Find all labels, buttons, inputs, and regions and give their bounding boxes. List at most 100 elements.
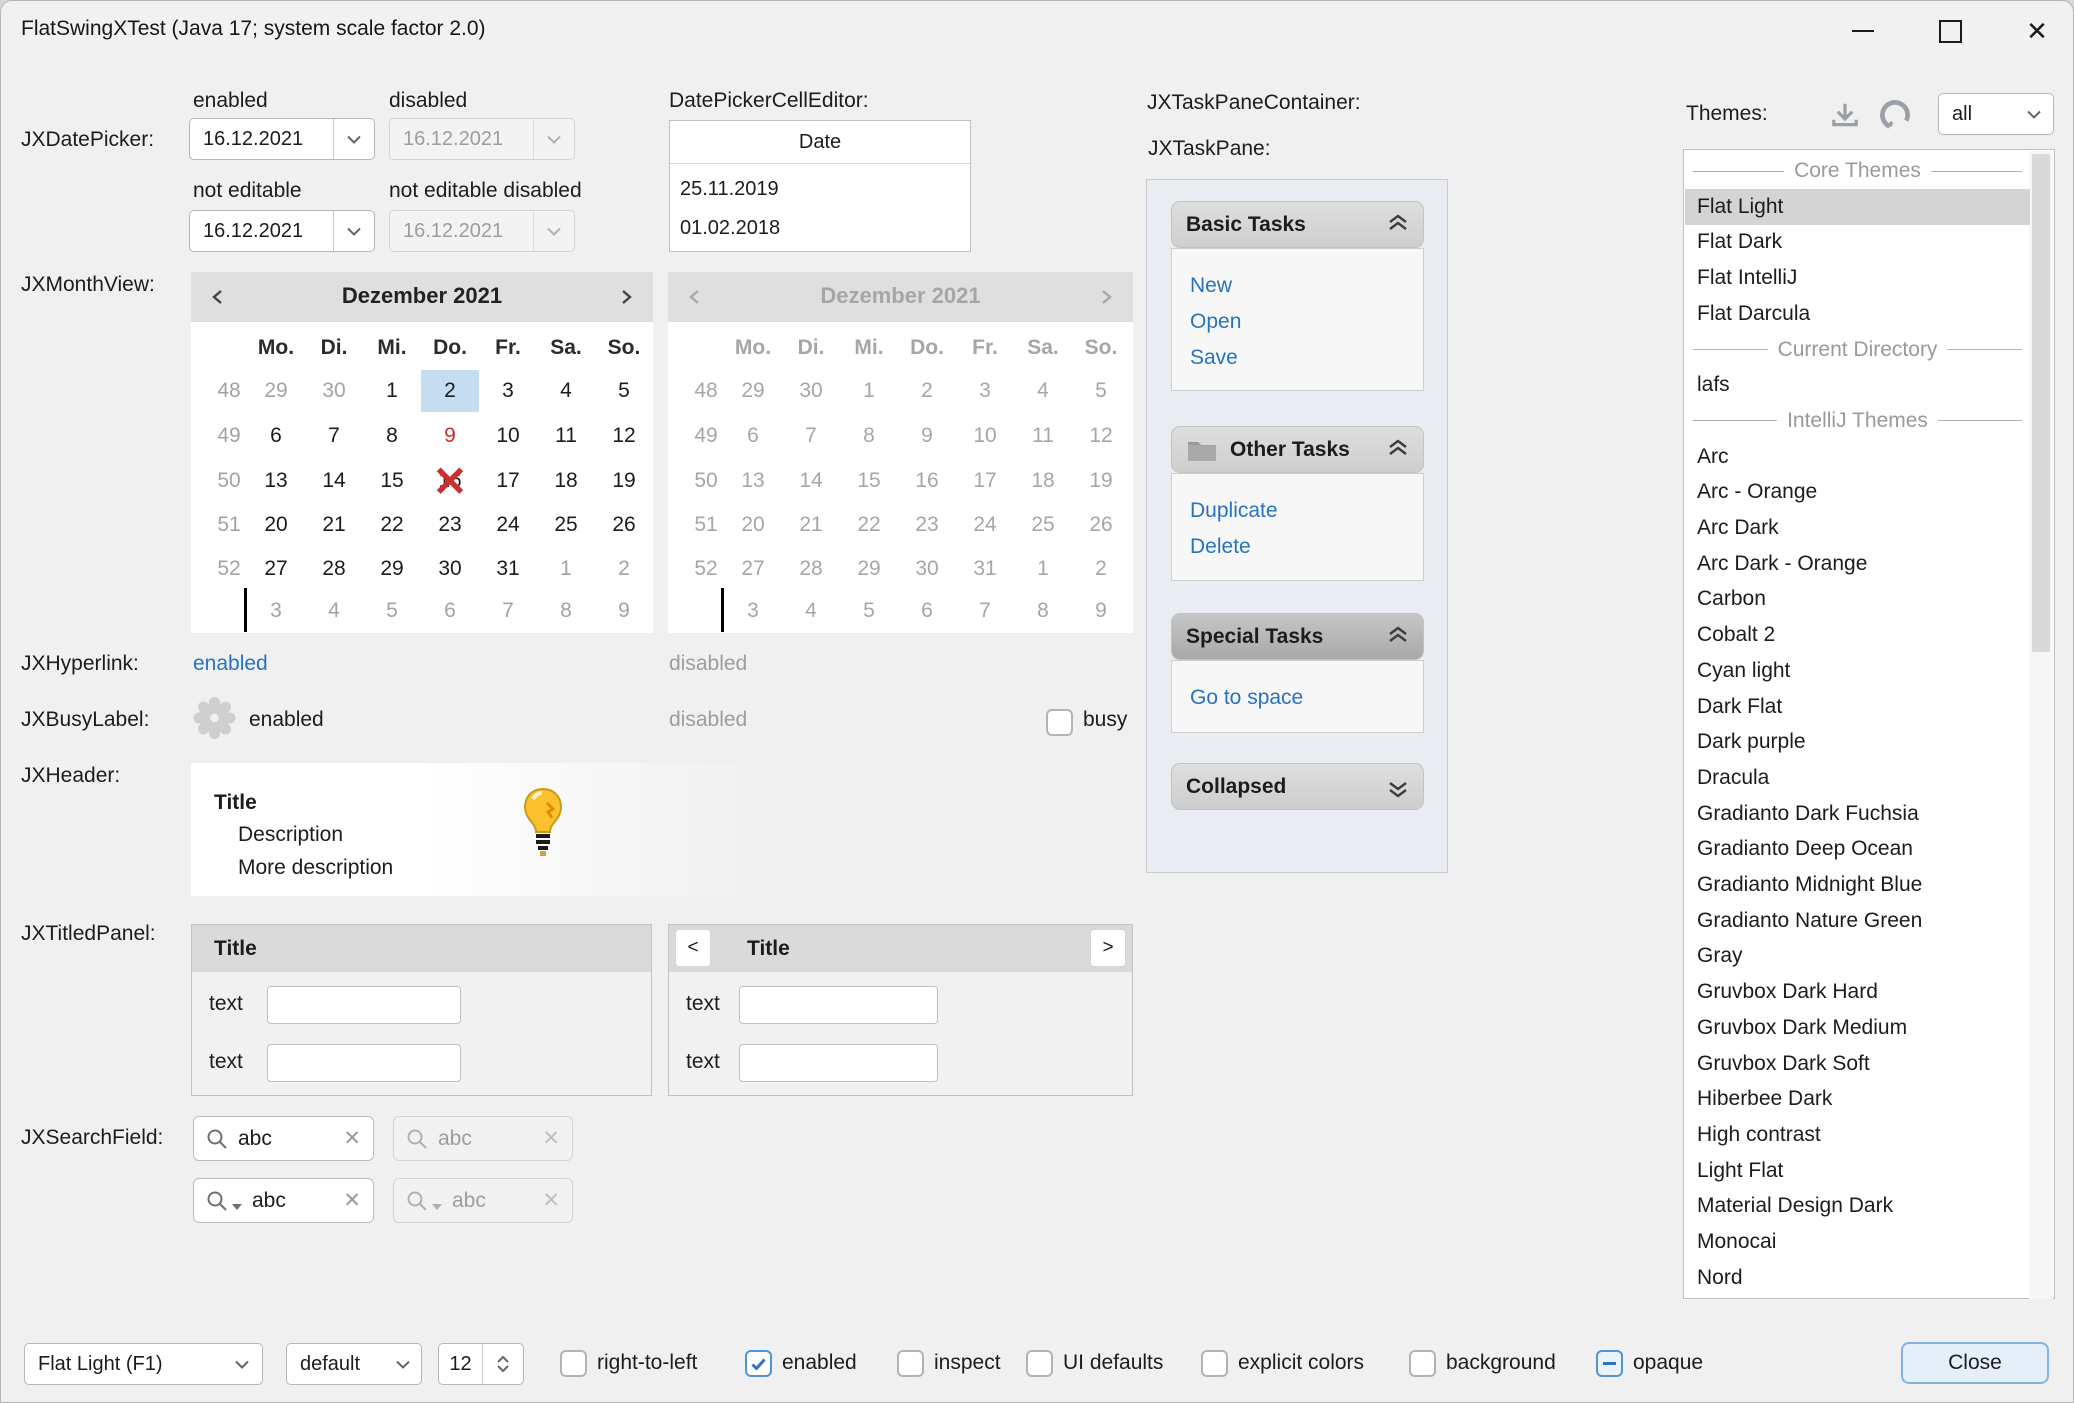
day-cell[interactable]: 17 [479,460,537,502]
day-cell[interactable]: 3 [247,590,305,632]
day-cell[interactable]: 30 [421,548,479,590]
theme-list-item[interactable]: Light Flat [1685,1153,2030,1189]
day-cell[interactable]: 12 [595,415,653,457]
day-cell[interactable]: 27 [247,548,305,590]
day-cell[interactable]: 26 [595,504,653,546]
chevron-down-icon[interactable] [333,211,374,251]
themes-filter-combo[interactable]: all [1938,93,2054,135]
day-cell[interactable]: 30 [305,370,363,412]
theme-list-item[interactable]: Gradianto Dark Fuchsia [1685,796,2030,832]
clear-icon[interactable]: ✕ [343,1188,361,1213]
taskpane-link[interactable]: New [1190,268,1423,304]
search-input[interactable]: abc [238,1127,333,1151]
day-cell[interactable]: 8 [537,590,595,632]
busy-checkbox[interactable] [1046,709,1073,736]
close-window-button[interactable]: ✕ [2000,1,2074,61]
checkbox-enabled[interactable] [745,1350,772,1377]
day-cell[interactable]: 5 [363,590,421,632]
titled-panel-right-field-2[interactable] [739,1044,938,1082]
day-cell[interactable]: 4 [537,370,595,412]
titled-panel-right-field-1[interactable] [739,986,938,1024]
github-icon[interactable] [1877,97,1913,138]
collapse-chevron-icon[interactable] [1387,626,1409,648]
theme-list-item[interactable]: Dark purple [1685,724,2030,760]
day-cell[interactable]: 7 [479,590,537,632]
theme-list-item[interactable]: Dark Flat [1685,689,2030,725]
monthview-enabled[interactable]: Dezember 2021 Mo.Di.Mi.Do.Fr.Sa.So.48293… [191,272,653,633]
theme-list-item[interactable]: Gruvbox Dark Hard [1685,974,2030,1010]
day-cell[interactable]: 6 [421,590,479,632]
search-field-dropdown-enabled[interactable]: abc ✕ [193,1178,374,1223]
taskpane-link[interactable]: Duplicate [1190,493,1423,529]
theme-list-item[interactable]: Arc [1685,439,2030,475]
cell-editor-table[interactable]: Date 25.11.2019 01.02.2018 [669,120,971,252]
checkbox-background[interactable] [1409,1350,1436,1377]
taskpane-link[interactable]: Go to space [1190,680,1423,716]
theme-list-item[interactable]: Gradianto Midnight Blue [1685,867,2030,903]
theme-list-item[interactable]: Arc - Orange [1685,474,2030,510]
spinner-arrows[interactable] [482,1344,523,1384]
day-cell[interactable]: 2 [595,548,653,590]
day-cell[interactable]: 10 [479,415,537,457]
theme-list-item[interactable]: Gradianto Deep Ocean [1685,831,2030,867]
collapse-chevron-icon[interactable] [1387,439,1409,461]
day-cell[interactable]: 7 [305,415,363,457]
taskpane-link[interactable]: Save [1190,340,1423,376]
table-header-date[interactable]: Date [670,121,970,164]
theme-list-item[interactable]: Flat IntelliJ [1685,260,2030,296]
checkbox-label[interactable]: right-to-left [597,1349,697,1377]
theme-list-item[interactable]: Carbon [1685,581,2030,617]
theme-list-item[interactable]: Arc Dark - Orange [1685,546,2030,582]
theme-list-item[interactable]: Flat Light [1685,189,2030,225]
day-cell[interactable]: 6 [247,415,305,457]
day-cell[interactable]: 29 [363,548,421,590]
clear-icon[interactable]: ✕ [343,1126,361,1151]
day-cell[interactable]: 5 [595,370,653,412]
themes-list[interactable]: Core ThemesFlat LightFlat DarkFlat Intel… [1683,149,2055,1299]
checkbox-label[interactable]: explicit colors [1238,1349,1364,1377]
table-row[interactable]: 01.02.2018 [670,209,970,248]
day-cell[interactable]: 8 [363,415,421,457]
theme-list-item[interactable]: High contrast [1685,1117,2030,1153]
day-cell[interactable]: 3 [479,370,537,412]
download-icon[interactable] [1829,99,1861,136]
chevron-down-icon[interactable] [385,1344,421,1384]
checkbox-ui-defaults[interactable] [1026,1350,1053,1377]
day-cell[interactable]: 19 [595,460,653,502]
day-cell[interactable]: 4 [305,590,363,632]
checkbox-label[interactable]: UI defaults [1063,1349,1163,1377]
checkbox-label[interactable]: background [1446,1349,1556,1377]
theme-list-item[interactable]: lafs [1685,367,2030,403]
theme-list-item[interactable]: Material Design Dark [1685,1188,2030,1224]
chevron-down-icon[interactable] [222,1344,262,1384]
collapse-chevron-icon[interactable] [1387,214,1409,236]
taskpane-special-header[interactable]: Special Tasks [1171,613,1424,660]
checkbox-opaque[interactable] [1596,1350,1623,1377]
checkbox-label[interactable]: inspect [934,1349,1001,1377]
day-cell[interactable]: 24 [479,504,537,546]
day-cell[interactable]: 13 [247,460,305,502]
search-input[interactable]: abc [252,1189,333,1213]
day-cell[interactable]: 29 [247,370,305,412]
theme-list-item[interactable]: Monocai [1685,1224,2030,1260]
font-size-spinner[interactable]: 12 [438,1343,524,1385]
bottom-theme-combo[interactable]: Flat Light (F1) [24,1343,263,1385]
theme-list-item[interactable]: Gradianto Nature Green [1685,903,2030,939]
day-cell[interactable]: 11 [537,415,595,457]
day-cell[interactable]: 20 [247,504,305,546]
checkbox-right-to-left[interactable] [560,1350,587,1377]
theme-list-item[interactable]: Flat Dark [1685,224,2030,260]
scrollbar-thumb[interactable] [2032,154,2050,652]
titled-panel-right-nav-button[interactable]: > [1090,929,1126,967]
day-cell[interactable]: 21 [305,504,363,546]
theme-list-item[interactable]: Gray [1685,938,2030,974]
maximize-button[interactable] [1913,1,1987,61]
day-cell[interactable]: 1 [363,370,421,412]
hyperlink-enabled[interactable]: enabled [193,650,268,678]
taskpane-link[interactable]: Delete [1190,529,1423,565]
busy-checkbox-label[interactable]: busy [1083,706,1127,734]
theme-list-item[interactable]: Arc Dark [1685,510,2030,546]
next-month-button[interactable] [611,286,641,308]
theme-list-item[interactable]: Cobalt 2 [1685,617,2030,653]
checkbox-label[interactable]: opaque [1633,1349,1703,1377]
